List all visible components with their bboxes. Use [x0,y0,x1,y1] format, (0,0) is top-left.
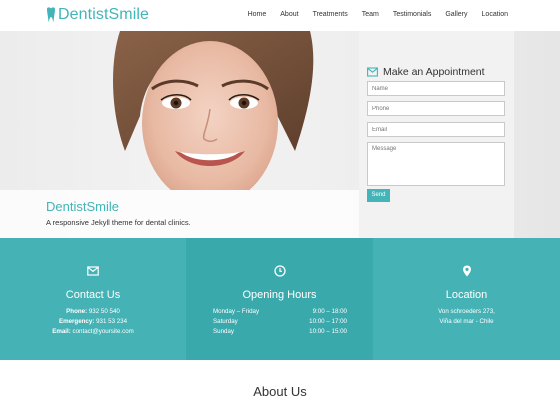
logo[interactable]: DentistSmile [46,6,149,24]
email-input[interactable] [367,122,505,137]
nav-testimonials[interactable]: Testimonials [393,11,432,18]
hours-row: Saturday 10:00 – 17:00 [213,317,347,327]
address-line-1: Von schroeders 273, [438,308,495,315]
contact-title: Contact Us [65,289,121,301]
logo-text: DentistSmile [58,6,150,23]
hero-title: DentistSmile [46,199,119,214]
hours-time: 10:00 – 15:00 [309,328,347,335]
map-pin-icon [462,265,471,277]
hours-time: 9:00 – 18:00 [312,308,347,315]
envelope-icon [367,67,378,77]
phone-label: Phone: [66,308,88,315]
contact-details: Phone: 932 50 540 Emergency: 931 53 234 … [0,307,186,337]
hero-portrait-image [113,31,314,190]
hours-table: Monday – Friday 9:00 – 18:00 Saturday 10… [213,307,347,337]
top-navbar: DentistSmile Home About Treatments Team … [0,0,560,31]
contact-card: Contact Us Phone: 932 50 540 Emergency: … [0,238,186,360]
hero-subtitle: A responsive Jekyll theme for dental cli… [46,218,191,227]
location-card: Location Von schroeders 273, Viña del ma… [373,238,560,360]
hours-day: Saturday [213,318,238,325]
phone-input[interactable] [367,101,505,116]
tooth-icon [47,7,55,22]
hours-title: Opening Hours [242,289,317,301]
location-title: Location [445,289,488,301]
hours-day: Monday – Friday [213,308,260,315]
clock-icon [273,265,286,277]
envelope-icon [87,266,99,276]
hours-row: Monday – Friday 9:00 – 18:00 [213,307,347,317]
hero-caption-overlay [0,190,359,238]
emergency-label: Emergency: [58,318,95,325]
nav-about[interactable]: About [280,11,298,18]
nav-treatments[interactable]: Treatments [313,11,348,18]
nav-team[interactable]: Team [362,11,379,18]
email-value[interactable]: contact@yoursite.com [73,328,134,335]
phone-value: 932 50 540 [88,308,120,315]
address-line-2: Viña del mar - Chile [439,318,494,325]
location-address: Von schroeders 273, Viña del mar - Chile [373,307,560,327]
nav-location[interactable]: Location [482,11,508,18]
appointment-form-title: Make an Appointment [367,66,485,78]
message-textarea[interactable] [367,142,505,186]
name-input[interactable] [367,81,505,96]
email-label: Email: [52,328,71,335]
nav-home[interactable]: Home [248,11,267,18]
hours-time: 10:00 – 17:00 [309,318,347,325]
nav-gallery[interactable]: Gallery [445,11,467,18]
hours-row: Sunday 10:00 – 15:00 [213,327,347,337]
main-menu: Home About Treatments Team Testimonials … [234,11,508,18]
send-button[interactable]: Send [367,189,390,202]
about-heading: About Us [253,384,307,399]
appointment-title-text: Make an Appointment [383,66,485,78]
hours-day: Sunday [213,328,234,335]
opening-hours-card: Opening Hours Monday – Friday 9:00 – 18:… [186,238,373,360]
emergency-value: 931 53 234 [96,318,128,325]
